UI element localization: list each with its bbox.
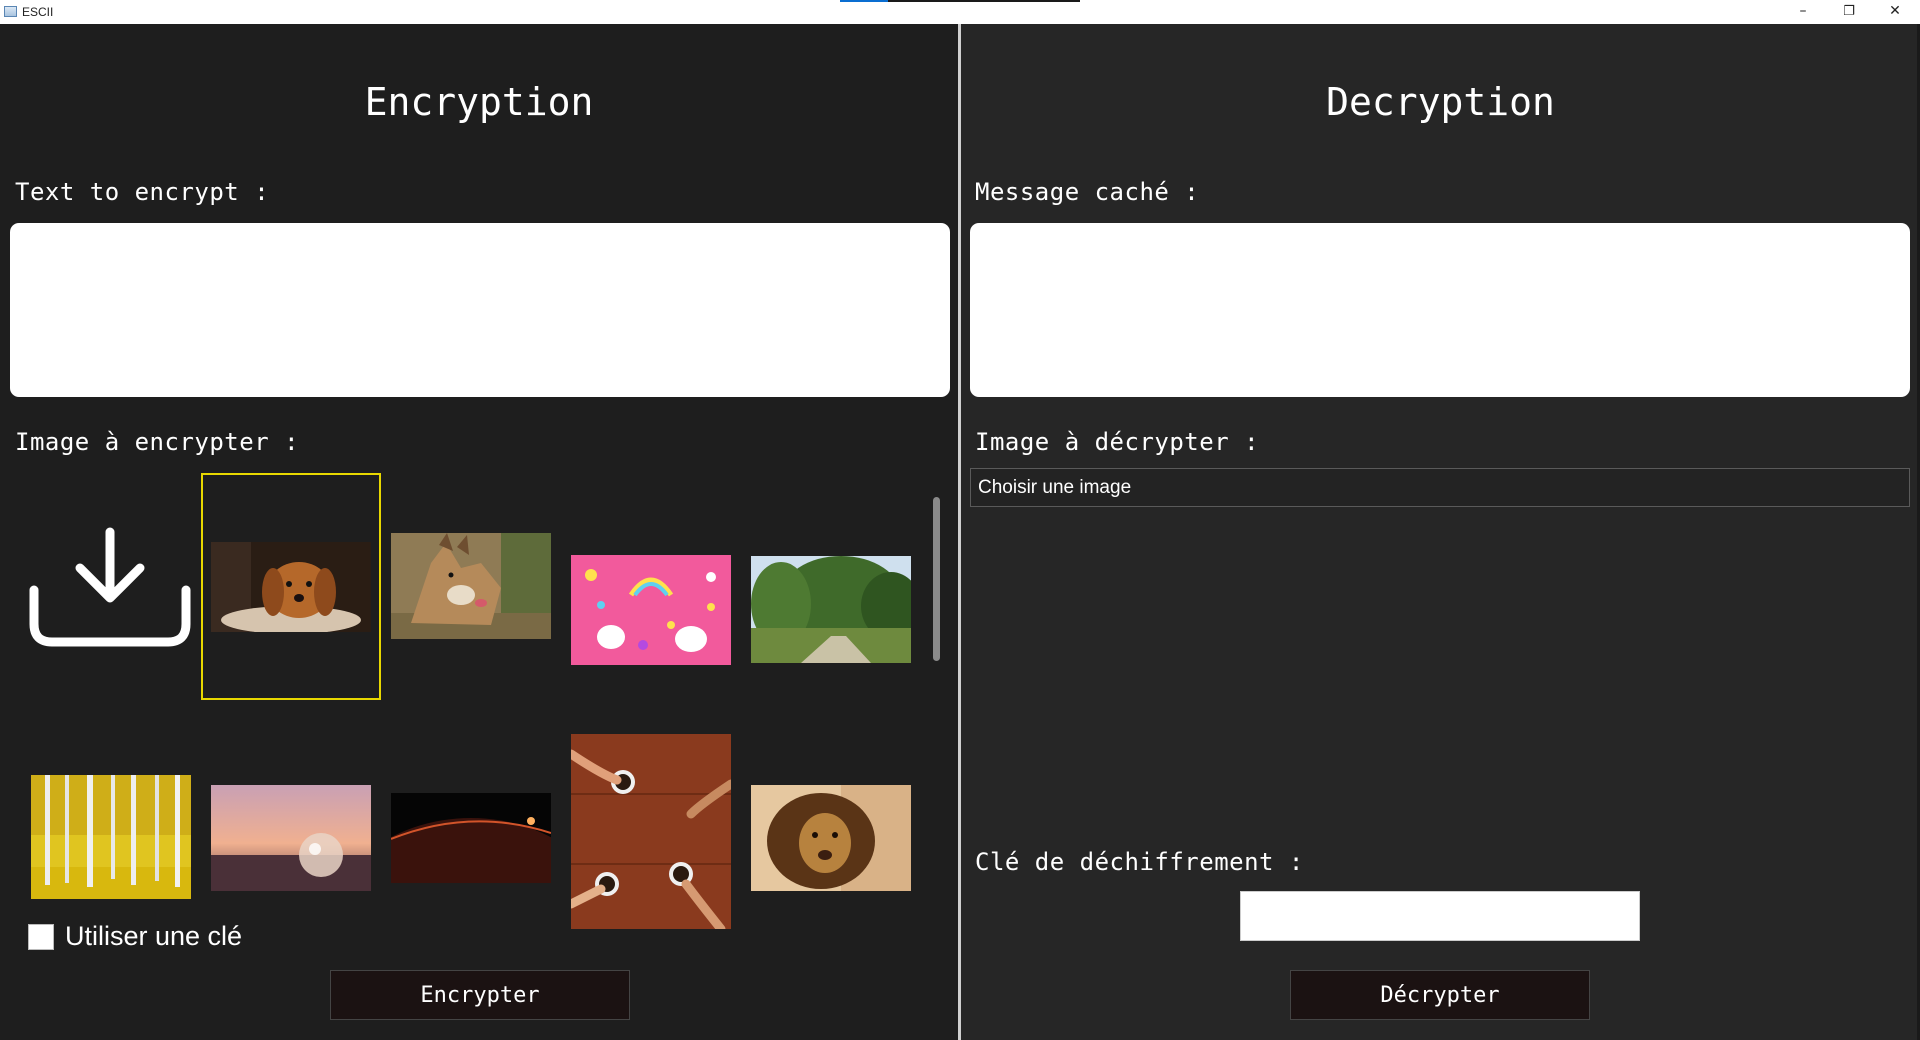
- image-to-encrypt-label: Image à encrypter :: [15, 428, 300, 456]
- decryption-key-input[interactable]: [1240, 891, 1640, 941]
- use-key-label: Utiliser une clé: [65, 921, 243, 951]
- window-title: ESCII: [22, 5, 54, 19]
- minimize-button[interactable]: –: [1780, 0, 1826, 22]
- window-titlebar: ESCII – ❐ ✕: [0, 0, 1920, 25]
- text-to-encrypt-input[interactable]: [10, 223, 950, 397]
- app-icon: [4, 6, 17, 17]
- thumbnail-dachshund-puppy[interactable]: [211, 542, 371, 632]
- thumbnail-lion[interactable]: [751, 785, 911, 891]
- encryption-heading: Encryption: [364, 80, 594, 124]
- hidden-message-output[interactable]: [970, 223, 1910, 397]
- text-to-encrypt-label: Text to encrypt :: [15, 178, 270, 206]
- thumbnail-coffee-table[interactable]: [571, 734, 731, 929]
- hidden-message-label: Message caché :: [975, 178, 1200, 206]
- thumbnail-wolf-dog[interactable]: [391, 533, 551, 639]
- upload-icon[interactable]: [28, 524, 192, 674]
- use-key-checkbox[interactable]: [28, 924, 54, 950]
- decrypt-button[interactable]: Décrypter: [1290, 970, 1590, 1020]
- thumbnail-unicorn-pattern[interactable]: [571, 555, 731, 665]
- decryption-panel: Decryption Message caché : Image à décry…: [961, 24, 1920, 1040]
- titlebar-accent-blue: [840, 0, 888, 2]
- close-button[interactable]: ✕: [1872, 0, 1918, 22]
- encrypt-button[interactable]: Encrypter: [330, 970, 630, 1020]
- decryption-key-label: Clé de déchiffrement :: [975, 848, 1304, 876]
- thumbnail-forest-path[interactable]: [751, 556, 911, 663]
- maximize-button[interactable]: ❐: [1826, 0, 1872, 22]
- thumbnail-planet[interactable]: [391, 793, 551, 883]
- gallery-scrollbar[interactable]: [933, 497, 940, 661]
- image-select-combobox[interactable]: Choisir une image: [970, 468, 1910, 507]
- encryption-panel: Encryption Text to encrypt : Image à enc…: [0, 24, 958, 1040]
- thumbnail-birch-forest[interactable]: [31, 775, 191, 899]
- image-to-decrypt-label: Image à décrypter :: [975, 428, 1260, 456]
- decryption-heading: Decryption: [1326, 80, 1555, 124]
- thumbnail-crystal-ball[interactable]: [211, 785, 371, 891]
